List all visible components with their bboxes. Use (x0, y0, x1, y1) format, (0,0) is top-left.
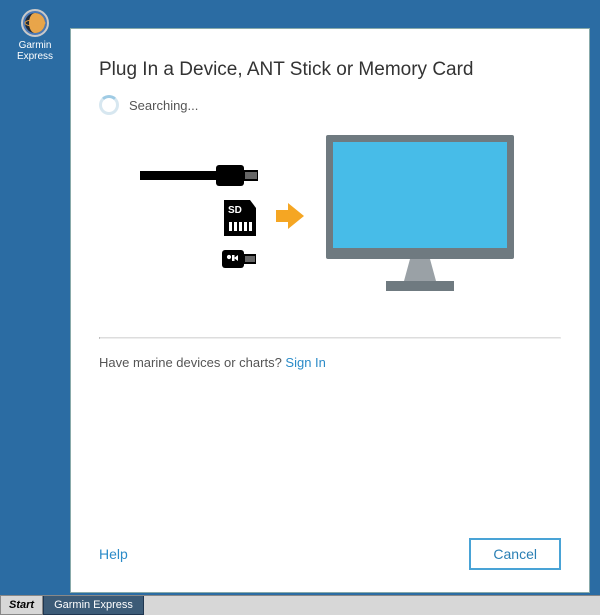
monitor-icon (320, 131, 520, 301)
arrow-right-icon (274, 200, 306, 232)
dialog-panel: Plug In a Device, ANT Stick or Memory Ca… (70, 28, 590, 593)
usb-cable-icon (140, 158, 260, 192)
desktop-shortcut-label: Garmin Express (10, 40, 60, 62)
svg-text:SD: SD (228, 205, 242, 216)
marine-prompt: Have marine devices or charts? Sign In (99, 355, 561, 370)
taskbar: Start Garmin Express (0, 595, 600, 615)
ant-stick-icon (220, 244, 260, 274)
illustration: SD (99, 131, 561, 301)
sd-card-icon: SD (220, 198, 260, 238)
status-text: Searching... (129, 98, 198, 113)
marine-text: Have marine devices or charts? (99, 355, 285, 370)
garmin-globe-icon (20, 8, 50, 38)
cancel-button[interactable]: Cancel (469, 538, 561, 570)
taskbar-item-garmin[interactable]: Garmin Express (43, 596, 144, 615)
status-row: Searching... (99, 95, 561, 115)
device-column: SD (140, 158, 260, 274)
divider (99, 337, 561, 339)
start-button[interactable]: Start (0, 596, 43, 615)
spinner-icon (99, 95, 119, 115)
page-title: Plug In a Device, ANT Stick or Memory Ca… (99, 59, 561, 81)
desktop-shortcut[interactable]: Garmin Express (10, 8, 60, 62)
help-link[interactable]: Help (99, 546, 128, 562)
sign-in-link[interactable]: Sign In (285, 355, 325, 370)
footer-row: Help Cancel (99, 538, 561, 570)
